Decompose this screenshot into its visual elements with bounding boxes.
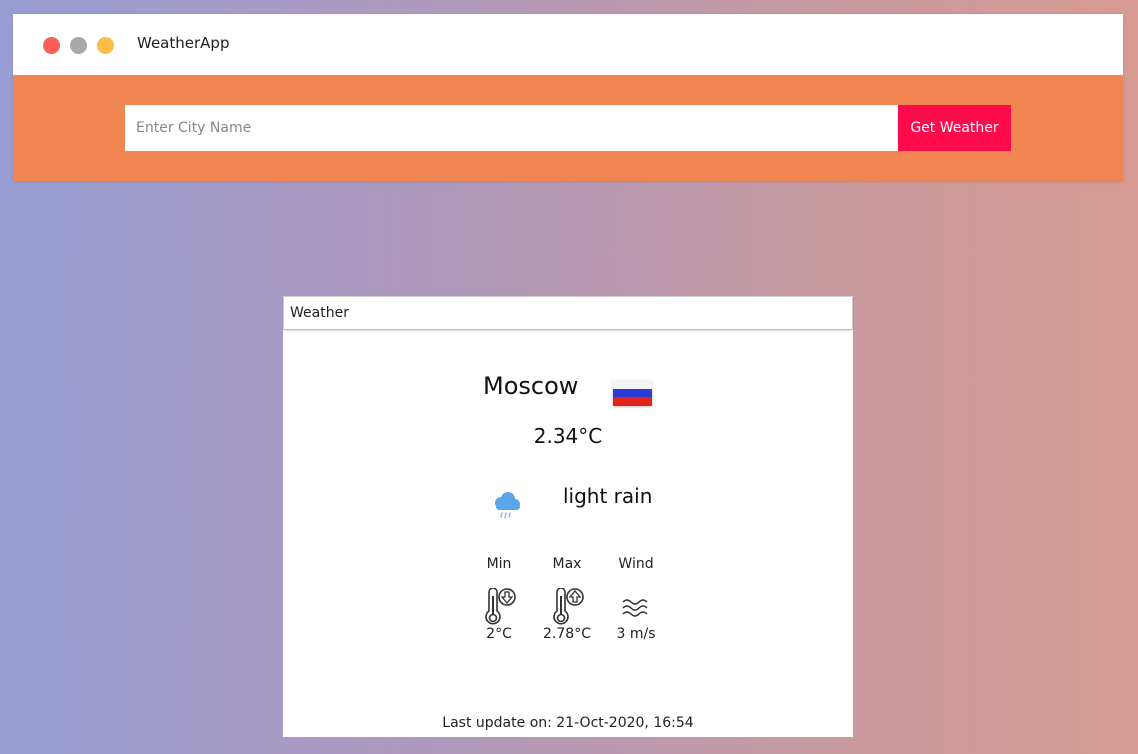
wind-icon: [622, 599, 648, 617]
close-window-button[interactable]: [43, 37, 60, 54]
weather-card: Weather Moscow 2.34°C light rain Min 2°C: [283, 296, 853, 737]
thermometer-down-icon: [485, 588, 516, 625]
thermometer-up-icon: [553, 588, 584, 625]
weather-description: light rain: [563, 484, 653, 508]
card-header: Weather: [283, 296, 853, 330]
last-update-text: Last update on: 21-Oct-2020, 16:54: [442, 715, 694, 731]
app-window: WeatherApp Get Weather: [13, 14, 1123, 181]
current-temperature: 2.34°C: [533, 424, 603, 448]
get-weather-button[interactable]: Get Weather: [898, 105, 1011, 151]
max-value: 2.78°C: [543, 626, 591, 642]
app-title: WeatherApp: [137, 34, 230, 52]
title-bar: WeatherApp: [13, 14, 1123, 75]
maximize-window-button[interactable]: [97, 37, 114, 54]
max-temperature-stat: Max 2.78°C: [527, 556, 607, 642]
search-bar: Get Weather: [125, 105, 1011, 151]
cloud-rain-icon: [495, 492, 520, 519]
minimize-window-button[interactable]: [70, 37, 87, 54]
wind-value: 3 m/s: [616, 626, 656, 642]
wind-label: Wind: [618, 556, 654, 572]
city-search-input[interactable]: [125, 105, 898, 151]
max-label: Max: [552, 556, 582, 572]
city-name: Moscow: [483, 372, 579, 400]
wind-stat: Wind 3 m/s: [596, 556, 676, 642]
russia-flag-icon: [613, 380, 652, 406]
